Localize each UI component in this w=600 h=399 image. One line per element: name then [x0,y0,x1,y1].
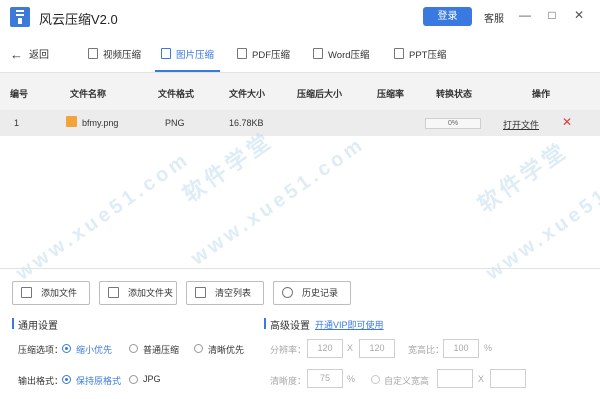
col-status: 转换状态 [436,89,473,99]
panel-divider [0,268,600,269]
word-file-icon [313,48,323,59]
custom-size-label: 自定义宽高 [384,376,430,386]
back-button[interactable]: ← 返回 [10,46,49,62]
table-row[interactable]: 1 bfmy.png PNG 16.78KB 0% 打开文件 ✕ [0,110,600,136]
custom-width-input[interactable] [437,369,473,388]
title-bar: 风云压缩V2.0 登录 客服 — □ ✕ [0,0,600,34]
output-keep-label[interactable]: 保持原格式 [76,374,121,387]
tab-pdf-label: PDF压缩 [252,50,291,61]
image-file-icon [161,48,171,59]
watermark-url: www.xue51.com [187,132,370,270]
clear-list-button[interactable]: 清空列表 [186,281,264,305]
output-keep-radio[interactable] [62,375,71,384]
clock-icon [282,287,293,298]
tab-word[interactable]: Word压缩 [313,47,370,72]
tab-video[interactable]: 视频压缩 [88,47,141,72]
clarity-label: 清晰度： [270,376,307,386]
row-file-name: bfmy.png [82,118,119,128]
table-header: 编号 文件名称 文件格式 文件大小 压缩后大小 压缩率 转换状态 操作 [0,72,600,110]
col-ratio: 压缩率 [377,89,405,99]
compress-clarity-label[interactable]: 清晰优先 [208,343,244,356]
row-format: PNG [165,118,185,128]
add-folder-label: 添加文件夹 [128,288,174,298]
add-file-icon [21,287,32,298]
advanced-settings-title: 高级设置 [264,317,310,332]
open-file-link[interactable]: 打开文件 [503,118,539,131]
custom-height-input[interactable] [490,369,526,388]
app-logo-icon [10,7,30,27]
video-file-icon [88,48,98,59]
col-index: 编号 [10,89,29,99]
trash-icon [195,287,206,298]
aspect-percent: % [484,343,493,353]
resolution-x-sep: X [347,343,354,353]
compress-normal-label[interactable]: 普通压缩 [143,343,179,356]
maximize-button[interactable]: □ [545,8,559,22]
history-button[interactable]: 历史记录 [273,281,351,305]
tab-pdf[interactable]: PDF压缩 [237,47,290,72]
add-file-label: 添加文件 [41,288,78,298]
col-name: 文件名称 [70,89,107,99]
back-label: 返回 [29,50,49,61]
add-folder-button[interactable]: 添加文件夹 [99,281,177,305]
output-jpg-label[interactable]: JPG [143,374,161,384]
clarity-percent: % [347,374,356,384]
row-progress-bar: 0% [425,118,481,129]
compress-option-label: 压缩选项： [18,345,64,355]
image-file-icon [66,116,77,127]
add-file-button[interactable]: 添加文件 [12,281,90,305]
col-compressed-size: 压缩后大小 [297,89,343,99]
custom-size-radio[interactable] [371,375,380,384]
col-action: 操作 [532,89,551,99]
tab-ppt-label: PPT压缩 [409,50,447,61]
watermark-text-2: 软件学堂 [473,137,573,218]
minimize-button[interactable]: — [518,8,532,22]
custom-x-sep: X [478,374,485,384]
compress-smaller-radio[interactable] [62,344,71,353]
customer-service-link[interactable]: 客服 [484,10,504,25]
tab-ppt[interactable]: PPT压缩 [394,47,446,72]
clarity-input[interactable]: 75 [307,369,343,388]
pdf-file-icon [237,48,247,59]
vip-link[interactable]: 开通VIP即可使用 [315,318,384,331]
ppt-file-icon [394,48,404,59]
aspect-ratio-label: 宽高比： [408,345,445,355]
output-jpg-radio[interactable] [129,375,138,384]
general-settings-title: 通用设置 [12,317,58,332]
watermark-url-3: www.xue51.com [12,147,195,285]
clear-list-label: 清空列表 [215,288,252,298]
resolution-height-input[interactable]: 120 [359,339,395,358]
app-title: 风云压缩V2.0 [39,12,118,27]
add-folder-icon [108,287,119,298]
aspect-ratio-input[interactable]: 100 [443,339,479,358]
compress-clarity-radio[interactable] [194,344,203,353]
tab-image[interactable]: 图片压缩 [154,47,221,72]
row-index: 1 [14,118,20,128]
resolution-label: 分辨率： [270,345,307,355]
delete-icon[interactable]: ✕ [562,115,572,129]
compress-normal-radio[interactable] [129,344,138,353]
compress-smaller-label[interactable]: 缩小优先 [76,343,112,356]
resolution-width-input[interactable]: 120 [307,339,343,358]
login-button[interactable]: 登录 [423,7,472,26]
tab-word-label: Word压缩 [328,50,370,61]
col-size: 文件大小 [229,89,266,99]
history-label: 历史记录 [302,288,339,298]
arrow-left-icon: ← [10,47,23,62]
tab-image-label: 图片压缩 [176,50,215,61]
nav-bar: ← 返回 视频压缩 图片压缩 PDF压缩 Word压缩 PPT压缩 [0,34,600,72]
output-format-label: 输出格式： [18,376,64,386]
col-format: 文件格式 [158,89,195,99]
close-button[interactable]: ✕ [572,8,586,22]
tab-video-label: 视频压缩 [103,50,142,61]
